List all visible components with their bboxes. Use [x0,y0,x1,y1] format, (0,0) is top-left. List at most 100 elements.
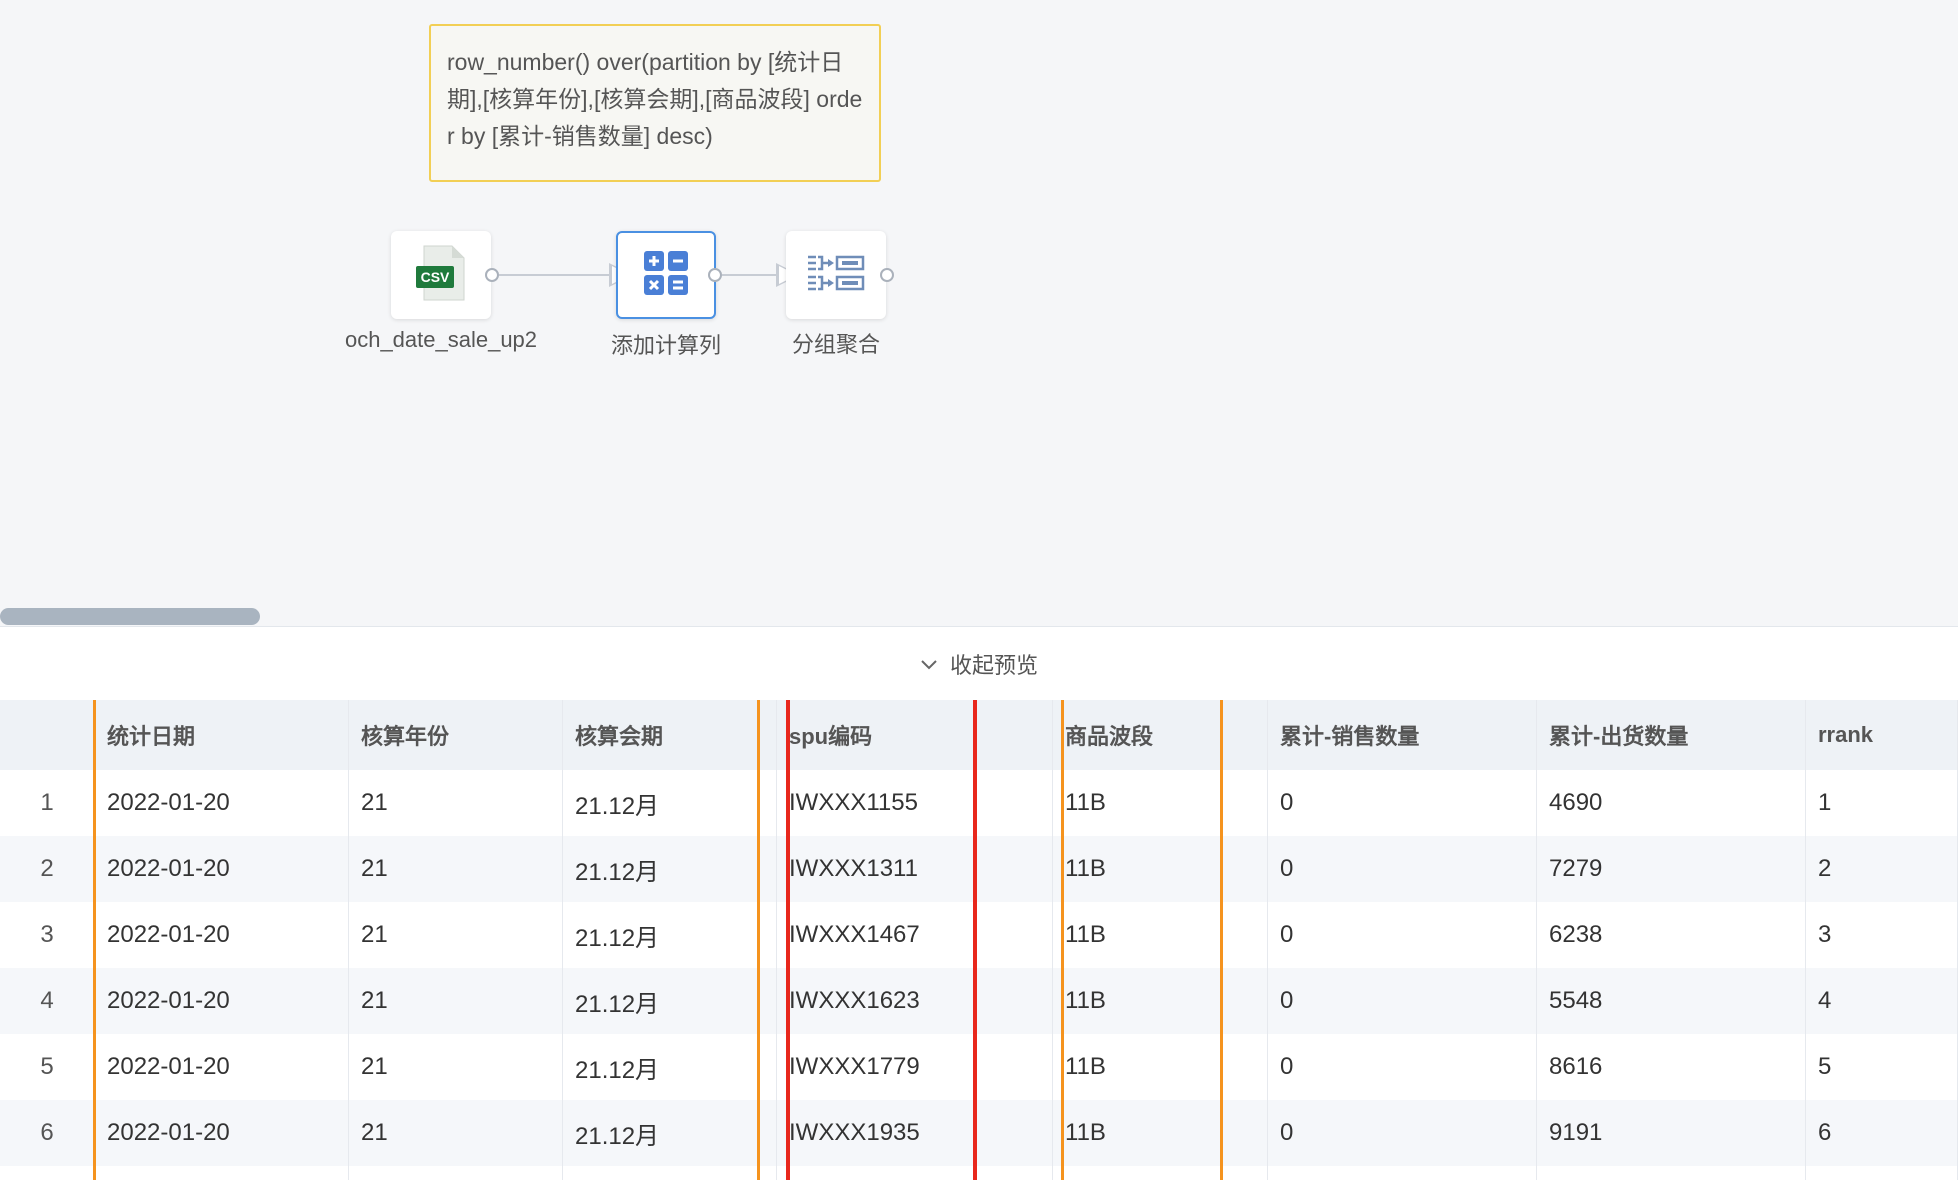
table-header-row: 统计日期 核算年份 核算会期 spu编码 商品波段 累计-销售数量 累计-出货数… [0,700,1958,771]
csv-badge-text: CSV [421,269,450,285]
cell-shipment-qty: 5548 [1537,968,1806,1034]
cell-shipment-qty: 8616 [1537,1034,1806,1100]
column-header-wave[interactable]: 商品波段 [1053,700,1268,770]
cell-date: 2022-01-20 [95,1034,349,1100]
cell-date: 2022-01-20 [95,1100,349,1166]
cell-year: 21 [349,836,563,902]
cell-wave [1053,1166,1268,1180]
row-index [0,1166,95,1180]
row-index: 6 [0,1100,95,1166]
node-calc-output-port[interactable] [708,268,722,282]
cell-period [563,1166,777,1180]
cell-wave: 11B [1053,902,1268,968]
horizontal-scrollbar[interactable] [0,608,260,625]
cell-rrank [1806,1166,1958,1180]
cell-rrank: 3 [1806,902,1958,968]
column-header-shipment-qty[interactable]: 累计-出货数量 [1537,700,1806,770]
node-csv-source[interactable]: CSV [391,231,491,319]
cell-spu: IWXXX1155 [777,770,1053,836]
calculator-icon [642,249,690,302]
node-group-output-port[interactable] [880,268,894,282]
cell-sales-qty: 0 [1268,1100,1537,1166]
cell-period: 21.12月 [563,902,777,968]
row-index: 1 [0,770,95,836]
preview-table[interactable]: 统计日期 核算年份 核算会期 spu编码 商品波段 累计-销售数量 累计-出货数… [0,700,1958,1180]
cell-year: 21 [349,1034,563,1100]
row-index: 4 [0,968,95,1034]
collapse-preview-label: 收起预览 [949,653,1038,678]
cell-spu: IWXXX1311 [777,836,1053,902]
flow-canvas[interactable]: row_number() over(partition by [统计日期],[核… [0,0,1958,625]
collapse-preview-toggle[interactable]: 收起预览 [0,626,1958,701]
cell-sales-qty: 0 [1268,836,1537,902]
column-header-date[interactable]: 统计日期 [95,700,349,770]
cell-rrank: 6 [1806,1100,1958,1166]
cell-shipment-qty: 4690 [1537,770,1806,836]
chevron-down-icon [920,651,938,677]
cell-period: 21.12月 [563,1100,777,1166]
row-index: 3 [0,902,95,968]
column-header-sales-qty[interactable]: 累计-销售数量 [1268,700,1537,770]
cell-period: 21.12月 [563,770,777,836]
cell-sales-qty: 0 [1268,968,1537,1034]
cell-wave: 11B [1053,770,1268,836]
column-header-period[interactable]: 核算会期 [563,700,777,770]
edge-calc-to-group [722,274,776,276]
node-calc-label: 添加计算列 [610,333,721,358]
cell-sales-qty: 0 [1268,770,1537,836]
cell-year: 21 [349,770,563,836]
cell-date: 2022-01-20 [95,902,349,968]
group-aggregate-icon [806,253,866,298]
node-group-label: 分组聚合 [791,332,880,357]
cell-date [95,1166,349,1180]
cell-shipment-qty: 6238 [1537,902,1806,968]
node-csv-label: och_date_sale_up2 [344,327,538,352]
edge-csv-to-calc [499,274,609,276]
cell-spu: IWXXX1467 [777,902,1053,968]
cell-year: 21 [349,968,563,1034]
node-add-calculated-column[interactable] [616,231,716,319]
cell-spu [777,1166,1053,1180]
cell-wave: 11B [1053,836,1268,902]
cell-date: 2022-01-20 [95,968,349,1034]
row-index: 2 [0,836,95,902]
cell-spu: IWXXX1935 [777,1100,1053,1166]
cell-date: 2022-01-20 [95,770,349,836]
table-row[interactable]: 5 2022-01-20 21 21.12月 IWXXX1779 11B 0 8… [0,1034,1958,1101]
table-row[interactable]: 2 2022-01-20 21 21.12月 IWXXX1311 11B 0 7… [0,836,1958,903]
cell-year: 21 [349,1100,563,1166]
cell-shipment-qty [1537,1166,1806,1180]
column-header-rrank[interactable]: rrank [1806,700,1958,770]
cell-sales-qty [1268,1166,1537,1180]
cell-rrank: 4 [1806,968,1958,1034]
node-csv-output-port[interactable] [485,268,499,282]
cell-rrank: 5 [1806,1034,1958,1100]
cell-period: 21.12月 [563,1034,777,1100]
cell-shipment-qty: 7279 [1537,836,1806,902]
table-row[interactable]: 3 2022-01-20 21 21.12月 IWXXX1467 11B 0 6… [0,902,1958,969]
cell-sales-qty: 0 [1268,902,1537,968]
column-header-index [0,700,95,770]
cell-year [349,1166,563,1180]
cell-shipment-qty: 9191 [1537,1100,1806,1166]
cell-rrank: 1 [1806,770,1958,836]
cell-spu: IWXXX1779 [777,1034,1053,1100]
column-header-year[interactable]: 核算年份 [349,700,563,770]
table-row[interactable] [0,1166,1958,1180]
column-header-spu[interactable]: spu编码 [777,700,1053,770]
table-row[interactable]: 4 2022-01-20 21 21.12月 IWXXX1623 11B 0 5… [0,968,1958,1035]
cell-period: 21.12月 [563,836,777,902]
cell-rrank: 2 [1806,836,1958,902]
annotation-note[interactable]: row_number() over(partition by [统计日期],[核… [429,24,881,182]
cell-period: 21.12月 [563,968,777,1034]
cell-date: 2022-01-20 [95,836,349,902]
cell-spu: IWXXX1623 [777,968,1053,1034]
csv-file-icon: CSV [412,244,470,307]
table-row[interactable]: 6 2022-01-20 21 21.12月 IWXXX1935 11B 0 9… [0,1100,1958,1167]
cell-year: 21 [349,902,563,968]
table-row[interactable]: 1 2022-01-20 21 21.12月 IWXXX1155 11B 0 4… [0,770,1958,837]
row-index: 5 [0,1034,95,1100]
cell-wave: 11B [1053,968,1268,1034]
cell-wave: 11B [1053,1100,1268,1166]
node-group-aggregate[interactable] [786,231,886,319]
